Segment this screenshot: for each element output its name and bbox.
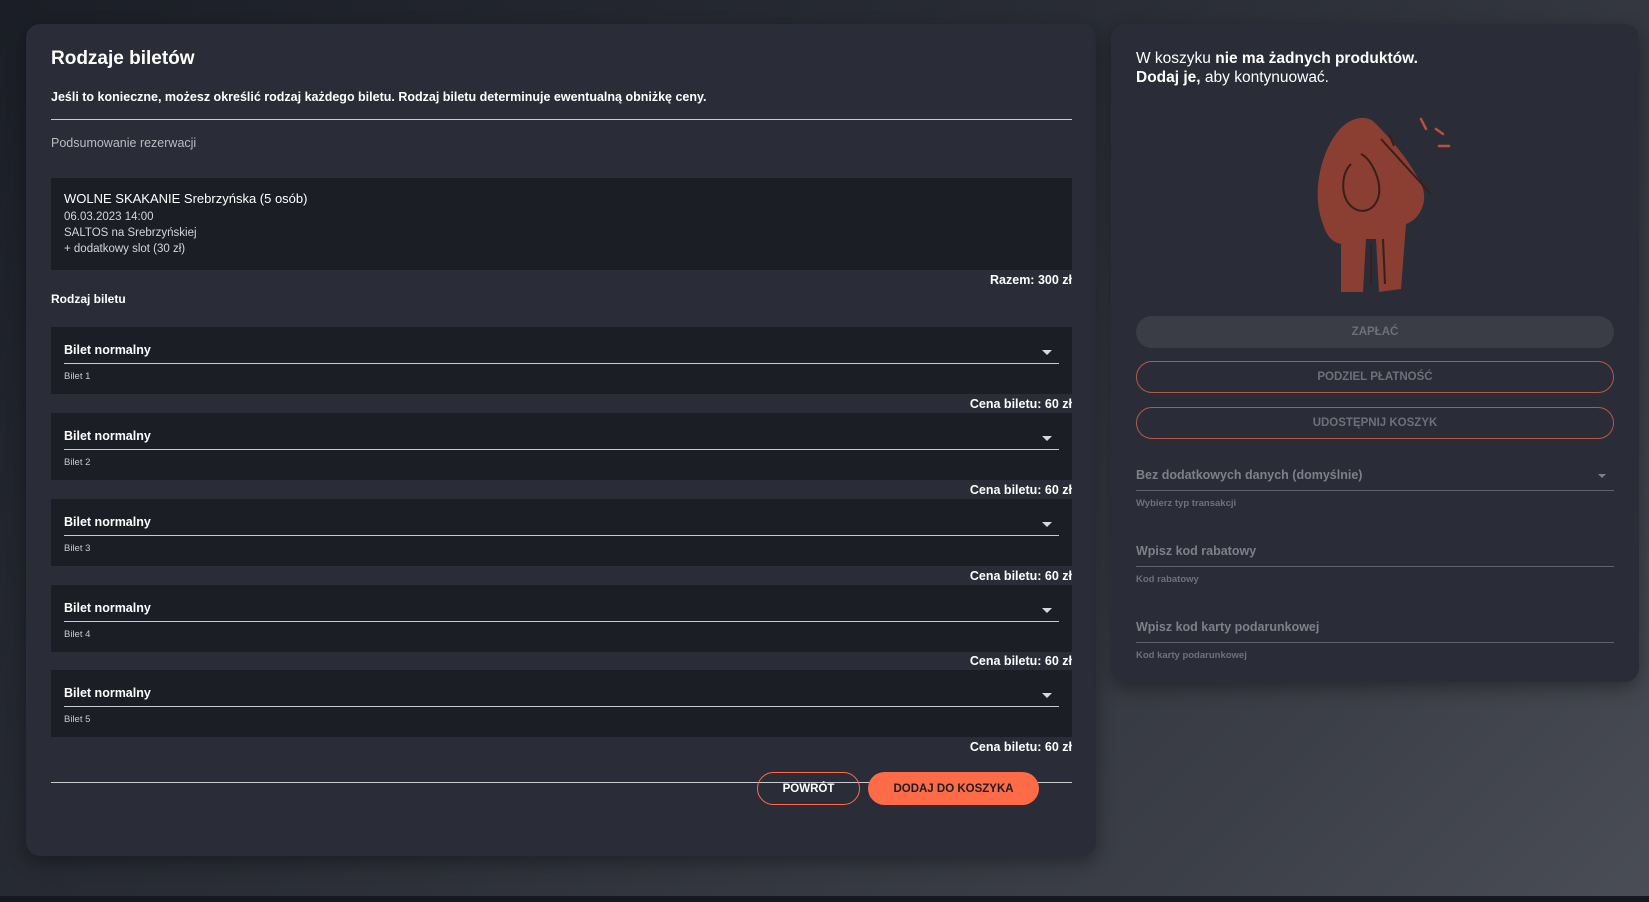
- cart-panel: W koszyku nie ma żadnych produktów. Doda…: [1111, 24, 1639, 682]
- ticket-select-2[interactable]: Bilet normalny Bilet 2: [51, 413, 1072, 480]
- transaction-type-select[interactable]: Bez dodatkowych danych (domyślnie) Wybie…: [1136, 468, 1614, 509]
- ticket-helper: Bilet 2: [64, 457, 91, 468]
- ticket-type-value: Bilet normalny: [64, 343, 151, 357]
- ticket-type-value: Bilet normalny: [64, 515, 151, 529]
- taskbar-strip: [0, 896, 1649, 902]
- page-title: Rodzaje biletów: [51, 48, 195, 69]
- cart-msg-text: W koszyku: [1136, 50, 1216, 67]
- ticket-price: Cena biletu: 60 zł: [969, 654, 1072, 668]
- transaction-type-value: Bez dodatkowych danych (domyślnie): [1136, 468, 1363, 482]
- split-payment-button[interactable]: PODZIEL PŁATNOŚĆ: [1136, 361, 1614, 393]
- ticket-type-value: Bilet normalny: [64, 429, 151, 443]
- total-price: Razem: 300 zł: [990, 273, 1072, 287]
- ticket-price: Cena biletu: 60 zł: [969, 740, 1072, 754]
- select-underline: [64, 706, 1059, 707]
- giftcard-code-input[interactable]: Wpisz kod karty podarunkowej: [1136, 620, 1614, 640]
- ticket-select-5[interactable]: Bilet normalny Bilet 5: [51, 670, 1072, 737]
- discount-code-input[interactable]: Wpisz kod rabatowy: [1136, 544, 1614, 564]
- ticket-price: Cena biletu: 60 zł: [969, 483, 1072, 497]
- ticket-type-value: Bilet normalny: [64, 601, 151, 615]
- ticket-type-value: Bilet normalny: [64, 686, 151, 700]
- summary-product: WOLNE SKAKANIE Srebrzyńska (5 osób): [64, 191, 308, 206]
- ticket-price: Cena biletu: 60 zł: [969, 569, 1072, 583]
- dropdown-arrow-icon[interactable]: [1042, 436, 1052, 441]
- ticket-select-1[interactable]: Bilet normalny Bilet 1: [51, 327, 1072, 394]
- reservation-summary: WOLNE SKAKANIE Srebrzyńska (5 osób) 06.0…: [51, 178, 1072, 270]
- summary-label: Podsumowanie rezerwacji: [51, 136, 197, 150]
- page-subtitle: Jeśli to konieczne, możesz określić rodz…: [51, 90, 707, 104]
- summary-location: SALTOS na Srebrzyńskiej: [64, 227, 197, 239]
- summary-datetime: 06.03.2023 14:00: [64, 211, 154, 223]
- share-cart-button[interactable]: UDOSTĘPNIJ KOSZYK: [1136, 407, 1614, 439]
- select-underline: [64, 449, 1059, 450]
- dropdown-arrow-icon[interactable]: [1042, 693, 1052, 698]
- ticket-select-4[interactable]: Bilet normalny Bilet 4: [51, 585, 1072, 652]
- cart-msg-text: aby kontynuować.: [1200, 69, 1329, 86]
- divider: [51, 119, 1072, 120]
- empty-cart-message: W koszyku nie ma żadnych produktów. Doda…: [1136, 49, 1616, 87]
- ticket-helper: Bilet 3: [64, 543, 91, 554]
- summary-extra: + dodatkowy slot (30 zł): [64, 243, 186, 255]
- add-to-cart-button[interactable]: DODAJ DO KOSZYKA: [868, 772, 1039, 805]
- ticket-type-label: Rodzaj biletu: [51, 292, 126, 306]
- dropdown-arrow-icon[interactable]: [1042, 522, 1052, 527]
- select-underline: [64, 621, 1059, 622]
- field-underline: [1136, 566, 1614, 567]
- discount-code-field[interactable]: Wpisz kod rabatowy Kod rabatowy: [1136, 544, 1614, 585]
- empty-cart-illustration: [1317, 117, 1451, 292]
- ticket-price: Cena biletu: 60 zł: [969, 397, 1072, 411]
- select-underline: [64, 535, 1059, 536]
- transaction-help: Wybierz typ transakcji: [1136, 498, 1237, 509]
- ticket-select-3[interactable]: Bilet normalny Bilet 3: [51, 499, 1072, 566]
- ticket-helper: Bilet 1: [64, 371, 91, 382]
- ticket-helper: Bilet 4: [64, 629, 91, 640]
- dropdown-arrow-icon[interactable]: [1598, 474, 1606, 478]
- back-button[interactable]: POWRÓT: [757, 772, 860, 805]
- dropdown-arrow-icon[interactable]: [1042, 608, 1052, 613]
- field-underline: [1136, 642, 1614, 643]
- ticket-types-panel: Rodzaje biletów Jeśli to konieczne, może…: [26, 24, 1096, 856]
- giftcard-code-field[interactable]: Wpisz kod karty podarunkowej Kod karty p…: [1136, 620, 1614, 661]
- dropdown-arrow-icon[interactable]: [1042, 350, 1052, 355]
- cart-msg-bold: Dodaj je,: [1136, 69, 1201, 86]
- cart-msg-bold: nie ma żadnych produktów.: [1215, 50, 1418, 67]
- field-underline: [1136, 490, 1614, 491]
- giftcard-help: Kod karty podarunkowej: [1136, 650, 1247, 661]
- ticket-helper: Bilet 5: [64, 714, 91, 725]
- discount-help: Kod rabatowy: [1136, 574, 1199, 585]
- select-underline: [64, 363, 1059, 364]
- pay-button[interactable]: ZAPŁAĆ: [1136, 316, 1614, 348]
